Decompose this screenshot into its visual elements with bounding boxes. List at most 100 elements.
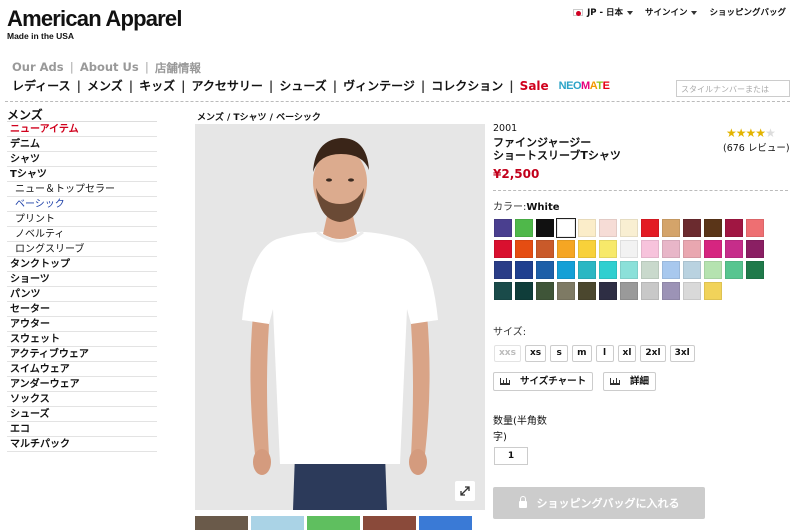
size-option[interactable]: s xyxy=(550,345,569,362)
product-thumbnail[interactable] xyxy=(419,516,472,530)
nav-item-ladies[interactable]: レディース xyxy=(12,77,71,94)
size-option[interactable]: l xyxy=(595,345,614,362)
color-swatch[interactable] xyxy=(515,219,533,237)
color-swatch[interactable] xyxy=(662,219,680,237)
color-swatch[interactable] xyxy=(662,240,680,258)
sidebar-item[interactable]: セーター xyxy=(7,302,157,317)
size-chart-button[interactable]: サイズチャート xyxy=(493,372,594,391)
nav-item-shoes[interactable]: シューズ xyxy=(279,77,326,94)
sidebar-item[interactable]: Tシャツ xyxy=(7,167,157,182)
color-swatch[interactable] xyxy=(599,240,617,258)
shopping-bag-link[interactable]: ショッピングバッグ xyxy=(709,6,786,18)
color-swatch[interactable] xyxy=(704,261,722,279)
color-swatch[interactable] xyxy=(556,218,576,238)
color-swatch[interactable] xyxy=(704,219,722,237)
product-thumbnail[interactable] xyxy=(307,516,360,530)
color-swatch[interactable] xyxy=(578,282,596,300)
signin-link[interactable]: サインイン xyxy=(645,6,698,18)
sidebar-item[interactable]: ニューアイテム xyxy=(7,122,157,137)
sidebar-item[interactable]: アウター xyxy=(7,317,157,332)
color-swatch[interactable] xyxy=(515,282,533,300)
sidebar-item[interactable]: アンダーウェア xyxy=(7,377,157,392)
sidebar-item[interactable]: プリント xyxy=(7,212,157,227)
color-swatch[interactable] xyxy=(704,240,722,258)
color-swatch[interactable] xyxy=(515,240,533,258)
product-photo[interactable] xyxy=(195,124,485,510)
color-swatch[interactable] xyxy=(620,261,638,279)
rating-stars[interactable]: ★★★★★ xyxy=(726,126,776,140)
color-swatch[interactable] xyxy=(620,219,638,237)
color-swatch[interactable] xyxy=(599,282,617,300)
color-swatch[interactable] xyxy=(704,282,722,300)
sidebar-item[interactable]: スイムウェア xyxy=(7,362,157,377)
color-swatch[interactable] xyxy=(494,282,512,300)
breadcrumb[interactable]: メンズ / Tシャツ / ベーシック xyxy=(197,110,321,123)
sidebar-item[interactable]: ロングスリーブ xyxy=(7,242,157,257)
sidebar-item[interactable]: スウェット xyxy=(7,332,157,347)
color-swatch[interactable] xyxy=(536,261,554,279)
logo[interactable]: American Apparel xyxy=(7,6,182,32)
nav-item-kids[interactable]: キッズ xyxy=(139,77,175,94)
color-swatch[interactable] xyxy=(620,282,638,300)
color-swatch[interactable] xyxy=(683,282,701,300)
sidebar-item[interactable]: デニム xyxy=(7,137,157,152)
color-swatch[interactable] xyxy=(536,240,554,258)
color-swatch[interactable] xyxy=(578,219,596,237)
nav-item-accessories[interactable]: アクセサリー xyxy=(192,77,263,94)
store-info-link[interactable]: 店舗情報 xyxy=(155,60,201,76)
color-swatch[interactable] xyxy=(515,261,533,279)
color-swatch[interactable] xyxy=(557,261,575,279)
color-swatch[interactable] xyxy=(620,240,638,258)
product-thumbnail[interactable] xyxy=(195,516,248,530)
sidebar-item[interactable]: アクティブウェア xyxy=(7,347,157,362)
color-swatch[interactable] xyxy=(683,261,701,279)
sidebar-item[interactable]: パンツ xyxy=(7,287,157,302)
sidebar-item[interactable]: マルチパック xyxy=(7,437,157,452)
color-swatch[interactable] xyxy=(494,261,512,279)
review-count-link[interactable]: (676 レビュー) xyxy=(723,140,790,154)
product-thumbnail[interactable] xyxy=(363,516,416,530)
about-us-link[interactable]: About Us xyxy=(80,60,139,76)
add-to-bag-button[interactable]: ショッピングバッグに入れる xyxy=(493,487,705,519)
color-swatch[interactable] xyxy=(536,282,554,300)
nav-item-collection[interactable]: コレクション xyxy=(431,77,503,94)
nav-item-vintage[interactable]: ヴィンテージ xyxy=(343,77,415,94)
color-swatch[interactable] xyxy=(683,240,701,258)
color-swatch[interactable] xyxy=(746,219,764,237)
color-swatch[interactable] xyxy=(578,240,596,258)
size-option[interactable]: 2xl xyxy=(640,345,666,362)
color-swatch[interactable] xyxy=(725,219,743,237)
nav-item-mens[interactable]: メンズ xyxy=(87,77,123,94)
neomate-logo[interactable]: NEOMATE xyxy=(559,80,610,92)
color-swatch[interactable] xyxy=(746,240,764,258)
color-swatch[interactable] xyxy=(641,219,659,237)
our-ads-link[interactable]: Our Ads xyxy=(12,60,64,76)
sidebar-item[interactable]: ノベルティ xyxy=(7,227,157,242)
color-swatch[interactable] xyxy=(557,282,575,300)
color-swatch[interactable] xyxy=(662,261,680,279)
quantity-input[interactable]: 1 xyxy=(494,447,528,465)
color-swatch[interactable] xyxy=(683,219,701,237)
product-thumbnail[interactable] xyxy=(251,516,304,530)
sidebar-item[interactable]: エコ xyxy=(7,422,157,437)
sidebar-item[interactable]: ベーシック xyxy=(7,197,157,212)
color-swatch[interactable] xyxy=(746,261,764,279)
color-swatch[interactable] xyxy=(641,282,659,300)
sidebar-item[interactable]: ショーツ xyxy=(7,272,157,287)
region-selector[interactable]: JP - 日本 xyxy=(573,6,633,18)
size-option[interactable]: xl xyxy=(617,345,637,362)
size-option[interactable]: xs xyxy=(524,345,547,362)
color-swatch[interactable] xyxy=(494,219,512,237)
color-swatch[interactable] xyxy=(578,261,596,279)
expand-icon[interactable] xyxy=(455,481,475,501)
sidebar-item[interactable]: シューズ xyxy=(7,407,157,422)
color-swatch[interactable] xyxy=(641,240,659,258)
style-number-search-input[interactable]: スタイルナンバーまたは xyxy=(676,80,790,97)
color-swatch[interactable] xyxy=(725,261,743,279)
size-option[interactable]: 3xl xyxy=(669,345,695,362)
color-swatch[interactable] xyxy=(494,240,512,258)
sidebar-item[interactable]: タンクトップ xyxy=(7,257,157,272)
sidebar-item[interactable]: シャツ xyxy=(7,152,157,167)
color-swatch[interactable] xyxy=(662,282,680,300)
details-button[interactable]: 詳細 xyxy=(603,372,657,391)
